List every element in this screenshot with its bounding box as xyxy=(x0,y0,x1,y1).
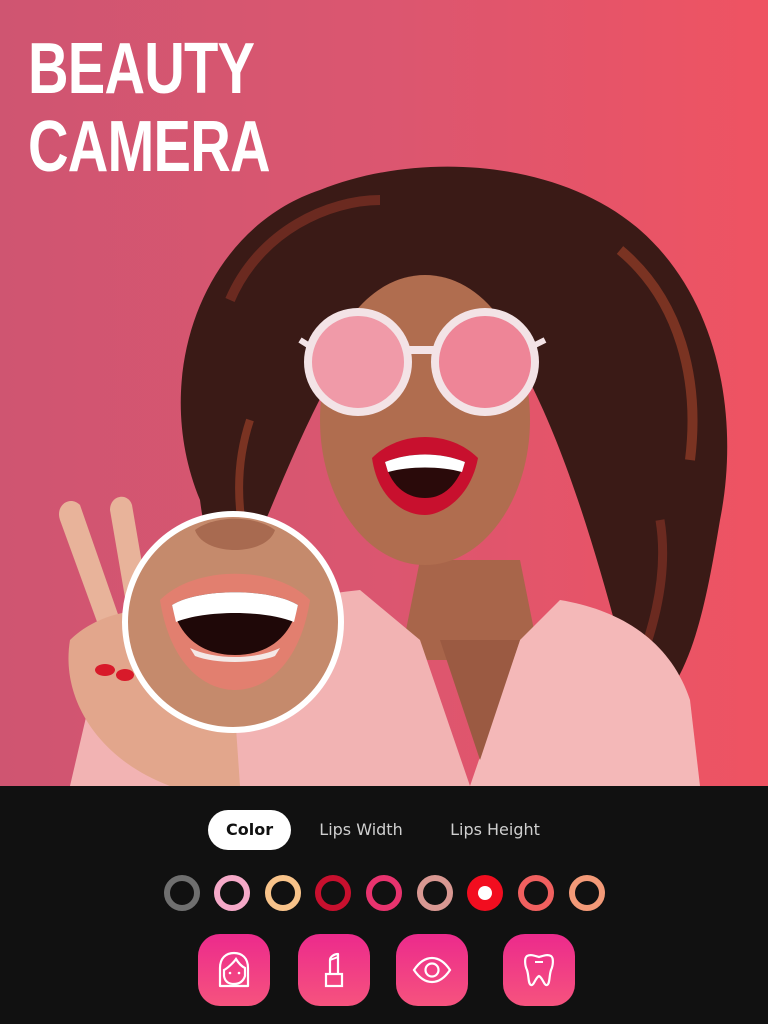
teeth-tool-button[interactable] xyxy=(503,934,575,1006)
editor-panel: Color Lips Width Lips Height xyxy=(0,786,768,1024)
swatch-coral[interactable] xyxy=(518,875,554,911)
app-screen: BEAUTY CAMERA Color Lips Width Lips Heig… xyxy=(0,0,768,1024)
swatch-light-pink[interactable] xyxy=(214,875,250,911)
selected-indicator xyxy=(478,886,492,900)
headline-line-2: CAMERA xyxy=(28,107,271,187)
tab-lips-width[interactable]: Lips Width xyxy=(316,810,406,850)
swatch-dusty-rose[interactable] xyxy=(417,875,453,911)
swatch-crimson[interactable] xyxy=(315,875,351,911)
eye-icon xyxy=(412,956,452,984)
swatch-hot-pink[interactable] xyxy=(366,875,402,911)
swatch-gray[interactable] xyxy=(164,875,200,911)
tooth-icon xyxy=(524,954,554,987)
swatch-salmon[interactable] xyxy=(569,875,605,911)
lipstick-tool-button[interactable] xyxy=(298,934,370,1006)
lipstick-icon xyxy=(324,952,344,988)
eye-tool-button[interactable] xyxy=(396,934,468,1006)
swatch-red-selected[interactable] xyxy=(467,875,503,911)
tab-color[interactable]: Color xyxy=(208,810,292,850)
app-headline: BEAUTY CAMERA xyxy=(28,29,271,187)
feature-toolbar xyxy=(0,934,768,1006)
color-swatches xyxy=(0,875,768,915)
swatch-peach[interactable] xyxy=(265,875,301,911)
face-tool-button[interactable] xyxy=(198,934,270,1006)
headline-line-1: BEAUTY xyxy=(28,29,255,109)
adjustment-tabs: Color Lips Width Lips Height xyxy=(0,810,768,850)
camera-preview: BEAUTY CAMERA xyxy=(0,0,768,786)
face-icon xyxy=(218,951,250,988)
tab-lips-height[interactable]: Lips Height xyxy=(446,810,544,850)
